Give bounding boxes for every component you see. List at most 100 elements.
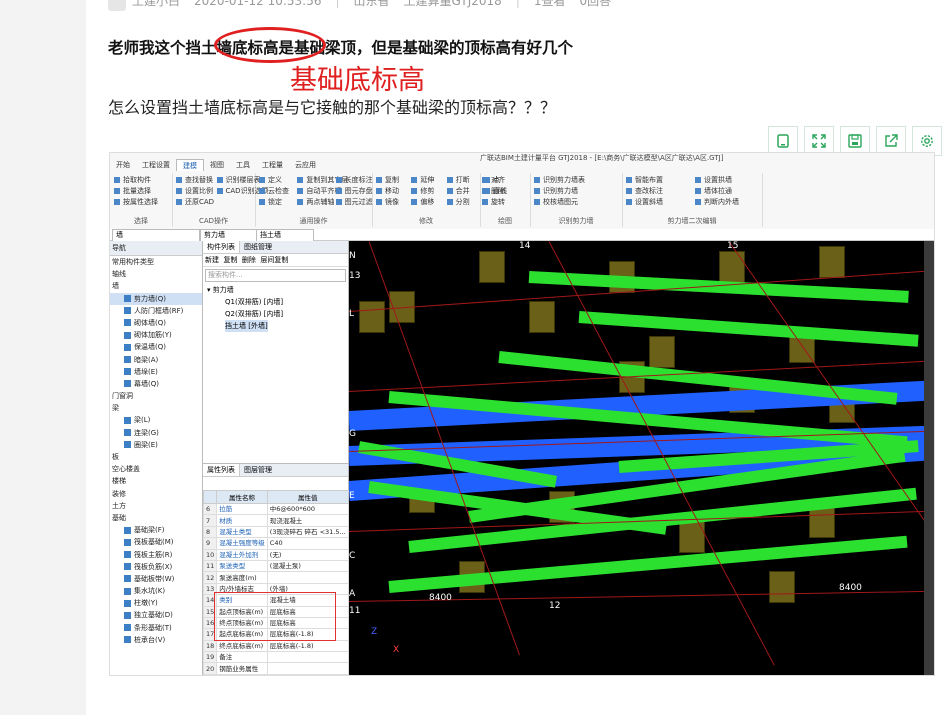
nav-item[interactable]: 土方 [110,500,202,512]
tab-quantity[interactable]: 工程量 [256,159,289,171]
ribbon-command[interactable]: 识别楼层表 [217,175,261,186]
ribbon-command[interactable]: 偏移 [411,197,442,208]
nav-item[interactable]: 砌体墙(Q) [110,317,202,329]
ribbon-command[interactable]: 按属性选择 [114,197,170,208]
property-row[interactable]: 11 泵送类型 (混凝土泵) [202,559,349,573]
ribbon-command[interactable]: 点 [484,175,528,186]
ribbon-command[interactable]: 还原CAD [176,197,214,208]
tree-item-q2[interactable]: Q2(双排筋) [内墙] [207,308,348,320]
tab-layer-management[interactable]: 图层管理 [240,464,276,476]
ribbon-command[interactable]: 锁定 [259,197,293,208]
ribbon-command[interactable]: 查找替换 [176,175,213,186]
nav-item[interactable]: 暗梁(A) [110,354,202,366]
property-value[interactable] [266,651,349,664]
nav-item[interactable]: 筏板负筋(X) [110,561,202,573]
ribbon-command[interactable]: 校核墙图元 [534,197,620,208]
nav-item[interactable]: 梁 [110,402,202,414]
nav-item[interactable]: 装修 [110,488,202,500]
delete-button[interactable]: 删除 [242,256,256,264]
ribbon-command[interactable]: 复制 [376,175,407,186]
nav-item[interactable]: 连梁(G) [110,427,202,439]
nav-item[interactable]: 集水坑(K) [110,585,202,597]
nav-item[interactable]: 独立基础(D) [110,609,202,621]
property-value[interactable]: (混凝土泵) [266,559,349,573]
tab-modeling[interactable]: 建模 [176,159,204,171]
ribbon-command[interactable]: 墙体拉通 [695,186,760,197]
ribbon-command[interactable]: 定义 [259,175,293,186]
nav-item[interactable]: 楼梯 [110,475,202,487]
nav-item[interactable]: 保温墙(Q) [110,341,202,353]
tab-property-list[interactable]: 属性列表 [203,464,240,476]
ribbon-command[interactable]: CAD识别选项 [217,186,269,197]
ribbon-command[interactable]: 图元过滤 [336,197,373,208]
nav-item[interactable]: 墙垛(E) [110,366,202,378]
nav-item[interactable]: 筏板基础(M) [110,536,202,548]
ribbon-command[interactable]: 拾取构件 [114,175,170,186]
property-value[interactable]: (3现浇碎石 碎石 <31.5... [266,525,349,539]
property-row[interactable]: 33土建业务属性 [202,673,349,675]
ribbon-command[interactable]: 图元存盘 [336,186,373,197]
nav-item[interactable]: 基础梁(F) [110,524,202,536]
nav-item[interactable]: 梁(L) [110,414,202,426]
author-name[interactable]: 土建小白 [132,0,180,8]
tab-cloud[interactable]: 云应用 [289,159,322,171]
nav-item[interactable]: 门窗洞 [110,390,202,402]
tree-root[interactable]: ▾ 剪力墙 [207,284,348,296]
ribbon-command[interactable]: 移动 [376,186,407,197]
property-value[interactable]: 中6@600*600 [266,502,349,516]
nav-item[interactable]: 轴线 [110,268,202,280]
nav-item[interactable]: 圈梁(E) [110,439,202,451]
tab-start[interactable]: 开始 [110,159,136,171]
property-value[interactable]: 现浇混凝土 [266,514,349,527]
tree-item-q1[interactable]: Q1(双排筋) [内墙] [207,296,348,308]
property-row[interactable]: 10 混凝土外加剂 (无) [202,548,349,561]
copy-button[interactable]: 复制 [223,256,237,264]
property-value[interactable]: 层底标高(-1.8) [266,639,349,653]
property-row[interactable]: 12 泵送高度(m) [202,571,349,584]
nav-item[interactable]: 条形基础(T) [110,622,202,634]
nav-item[interactable]: 基础板带(W) [110,573,202,585]
ribbon-command[interactable]: 判断内外墙 [695,197,760,208]
nav-item[interactable]: 筏板主筋(R) [110,549,202,561]
ribbon-command[interactable]: 查改标注 [626,186,691,197]
avatar[interactable] [108,0,126,11]
property-row[interactable]: 7 材质 现浇混凝土 [202,514,349,527]
ribbon-command[interactable]: 设置拱墙 [695,175,760,186]
new-button[interactable]: 新建 [205,256,219,264]
nav-item[interactable]: 基础 [110,512,202,524]
ribbon-command[interactable]: 镜像 [376,197,407,208]
ribbon-command[interactable]: 设置比例 [176,186,213,197]
tab-project-settings[interactable]: 工程设置 [136,159,176,171]
property-row[interactable]: 20 钢筋业务属性 [202,662,349,675]
nav-item[interactable]: 柱墩(Y) [110,597,202,609]
property-row[interactable]: 18 终点底标高(m) 层底标高(-1.8) [202,639,349,653]
property-value[interactable] [266,673,349,675]
tree-item-retaining-wall[interactable]: 挡土墙 [外墙] [225,320,268,332]
ribbon-command[interactable]: 云检查 [259,186,293,197]
copy-floor-button[interactable]: 层间复制 [260,256,288,264]
3d-viewport[interactable]: 14 15 13 12 11 N L G E C A 8400 8400 X Z [349,241,934,675]
ribbon-command[interactable]: 识别剪力墙表 [534,175,620,186]
nav-item[interactable]: 墙 [110,280,202,292]
ribbon-command[interactable]: 延伸 [411,175,442,186]
ribbon-command[interactable]: 两点辅轴 [297,197,334,208]
tab-component-list[interactable]: 构件列表 [203,241,240,253]
ribbon-command[interactable]: 智能布置 [626,175,691,186]
tab-drawing-management[interactable]: 图纸管理 [240,241,276,253]
nav-item[interactable]: 剪力墙(Q) [110,292,202,305]
view-toolbar[interactable] [924,241,934,675]
ribbon-command[interactable]: 批量选择 [114,186,170,197]
nav-item[interactable]: 砌体加筋(Y) [110,329,202,341]
ribbon-command[interactable]: 修剪 [411,186,442,197]
property-row[interactable]: 9 混凝土强度等级 C40 [202,537,349,550]
tab-tools[interactable]: 工具 [230,159,256,171]
tab-view[interactable]: 视图 [204,159,230,171]
property-row[interactable]: 8 混凝土类型 (3现浇碎石 碎石 <31.5... [202,525,349,539]
property-value[interactable] [266,571,349,584]
ribbon-command[interactable]: 识别剪力墙 [534,186,620,197]
property-value[interactable]: (无) [266,548,349,561]
property-row[interactable]: 6 拉筋 中6@600*600 [202,502,349,516]
property-value[interactable]: C40 [266,537,349,550]
ribbon-command[interactable]: 直线 [484,186,528,197]
ribbon-command[interactable]: 分割 [447,197,478,208]
